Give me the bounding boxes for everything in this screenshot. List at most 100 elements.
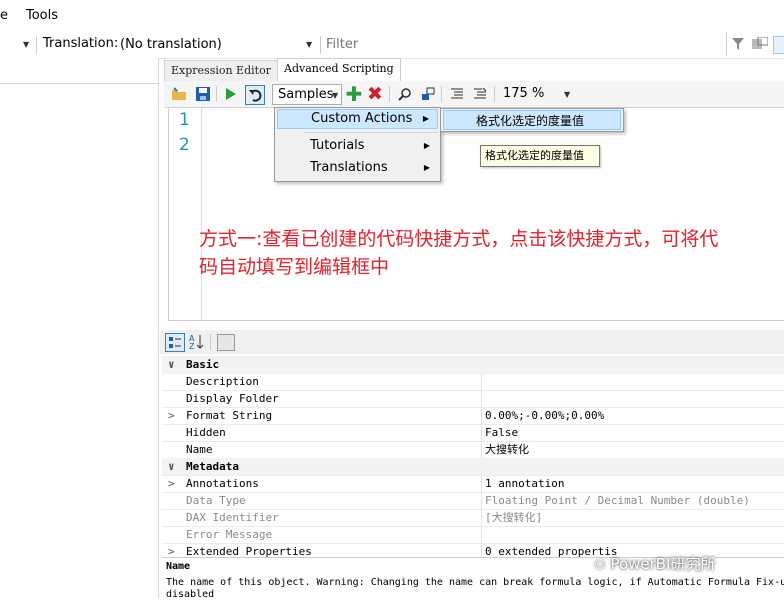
filter-icon[interactable] [732,38,744,50]
column-divider [481,424,482,441]
property-value[interactable]: False [485,424,518,441]
open-icon[interactable] [170,85,188,103]
line-number: 2 [179,135,190,155]
submenu-arrow-icon: ▶ [423,163,430,172]
menu-item-translations[interactable]: Translations ▶ [277,158,438,178]
property-value[interactable]: 大搜转化 [485,441,529,458]
property-value[interactable]: Floating Point / Decimal Number (double) [485,492,750,509]
collapse-icon[interactable]: ∨ [168,356,178,373]
toolbar-divider [726,33,727,55]
replace-icon[interactable] [419,85,437,103]
property-name: Hidden [186,426,226,439]
expand-icon[interactable]: > [168,475,178,492]
property-row[interactable]: Error Message [162,526,784,544]
categorized-icon[interactable] [165,333,185,352]
translation-select[interactable]: (No translation) ▼ [117,34,317,54]
wechat-icon: ⚇ [594,558,606,573]
uncomment-icon[interactable] [471,85,489,103]
tree-view-icon[interactable] [773,36,784,54]
alphabetical-icon[interactable]: AZ [188,333,206,351]
toolbar-divider [389,86,390,102]
property-row[interactable]: Name 大搜转化 [162,441,784,459]
annotation-text: 方式一:查看已创建的代码快捷方式，点击该快捷方式，可将代 码自动填写到编辑框中 [199,225,784,281]
property-row[interactable]: > Annotations 1 annotation [162,475,784,493]
menu-item-label: Translations [310,160,388,175]
submenu-item-label: 格式化选定的度量值 [476,114,585,128]
toolbar-divider [494,86,495,102]
description-title: Name [166,561,191,572]
property-name: Basic [186,358,220,371]
tab-expression-editor[interactable]: Expression Editor [164,60,278,81]
chevron-down-icon: ▼ [564,90,571,99]
property-value[interactable]: 1 annotation [485,475,564,492]
property-row[interactable]: > Format String 0.00%;-0.00%;0.00% [162,407,784,425]
chevron-down-icon[interactable]: ▼ [23,40,29,49]
property-name: Error Message [186,528,273,541]
submenu-item-format-measure[interactable]: 格式化选定的度量值 [443,110,621,130]
svg-text:Z: Z [189,342,195,350]
property-row[interactable]: Data Type Floating Point / Decimal Number… [162,492,784,510]
expand-icon[interactable]: > [168,407,178,424]
tom-explorer-panel [0,58,159,599]
property-row[interactable]: Display Folder [162,390,784,408]
add-icon[interactable]: ✚ [345,82,363,106]
find-icon[interactable] [396,85,414,103]
property-grid: ∨ Basic Description Display Folder > Format S… [162,356,784,561]
line-number: 1 [179,110,190,130]
toolbar-divider [320,36,321,54]
menu-item-tutorials[interactable]: Tutorials ▶ [277,136,438,156]
property-name: Metadata [186,460,239,473]
comment-icon[interactable] [448,85,466,103]
submenu-arrow-icon: ▶ [422,114,429,123]
collapse-icon[interactable]: ∨ [168,458,178,475]
property-name: Display Folder [186,392,279,405]
samples-dropdown[interactable]: Samples ▼ [272,84,342,105]
column-divider [481,407,482,424]
view-icon[interactable] [752,37,768,51]
toolbar-divider [216,86,217,102]
samples-label: Samples [278,87,334,102]
chevron-down-icon: ▼ [306,40,313,49]
property-value[interactable]: 0.00%;-0.00%;0.00% [485,407,604,424]
watermark: ⚇ PowerBI研究所 [594,553,716,574]
top-toolbar: ▼ Translation: (No translation) ▼ [0,32,784,59]
property-category[interactable]: ∨ Metadata [162,458,784,476]
samples-menu: Custom Actions ▶ Tutorials ▶ Translation… [274,107,441,182]
tab-advanced-scripting[interactable]: Advanced Scripting [277,58,401,81]
property-row[interactable]: Description [162,373,784,391]
menu-item-label: Custom Actions [311,111,413,126]
property-name: Annotations [186,477,259,490]
column-divider [481,475,482,492]
toolbar-divider [36,36,37,54]
property-value[interactable]: [大搜转化] [485,509,542,526]
description-text: disabled [166,589,215,600]
save-icon[interactable] [194,85,212,103]
translation-label: Translation: [43,36,119,51]
submenu-arrow-icon: ▶ [423,141,430,150]
property-category[interactable]: ∨ Basic [162,356,784,374]
menu-item-custom-actions[interactable]: Custom Actions ▶ [277,109,438,129]
column-divider [481,441,482,458]
tooltip: 格式化选定的度量值 [480,145,600,167]
zoom-dropdown[interactable]: 175 % ▼ [498,84,573,103]
column-divider [481,373,482,390]
editor-tabs: Expression Editor Advanced Scripting [164,58,784,81]
annotation-line: 方式一:查看已创建的代码快捷方式，点击该快捷方式，可将代 [199,228,719,250]
toolbar-divider [210,334,211,350]
property-name: Format String [186,409,273,422]
delete-icon[interactable]: ✖ [366,83,384,105]
property-row[interactable]: Hidden False [162,424,784,442]
menu-item-label: Tutorials [310,138,365,153]
script-editor[interactable]: 1 2 [168,107,784,321]
line-number-gutter: 1 2 [169,108,202,320]
menu-item-tools[interactable]: Tools [26,8,58,23]
translation-value: (No translation) [120,37,222,52]
property-row[interactable]: DAX Identifier [大搜转化] [162,509,784,527]
undo-icon[interactable] [245,85,265,105]
menu-separator [304,132,438,133]
filter-input[interactable] [324,34,728,54]
run-icon[interactable] [222,85,240,103]
zoom-value: 175 % [503,86,545,101]
menu-item-partial[interactable]: e [0,8,8,23]
property-pages-icon[interactable] [217,334,235,351]
